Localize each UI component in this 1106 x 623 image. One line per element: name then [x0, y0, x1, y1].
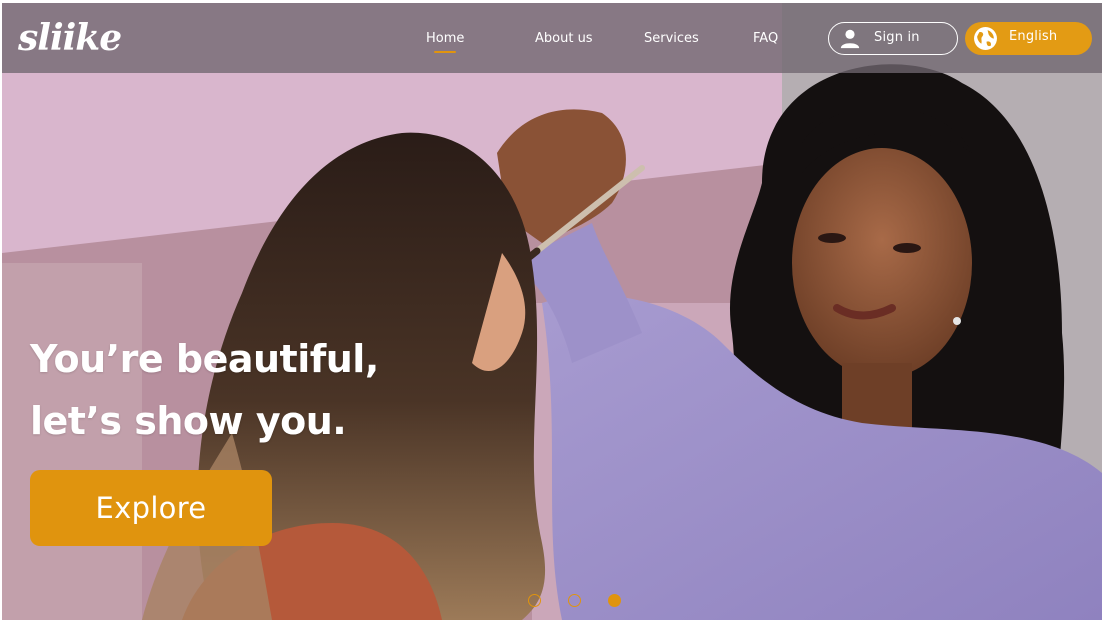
hero-headline-line-2: let’s show you. — [30, 399, 347, 443]
hero-headline: You’re beautiful, let’s show you. — [30, 328, 450, 452]
carousel-dot-3-active[interactable] — [608, 594, 621, 607]
nav-link-faq[interactable]: FAQ — [753, 31, 778, 46]
nav-link-home[interactable]: Home — [426, 31, 464, 53]
user-icon — [840, 29, 860, 49]
language-label: English — [1009, 29, 1058, 44]
carousel-dot-1[interactable] — [528, 594, 541, 607]
nav-link-services[interactable]: Services — [644, 31, 699, 46]
language-selector-button[interactable]: English — [965, 22, 1092, 55]
explore-button[interactable]: Explore — [30, 470, 272, 546]
carousel-dot-2[interactable] — [568, 594, 581, 607]
sign-in-label: Sign in — [874, 30, 920, 45]
top-navigation-bar: sliike Home About us Services FAQ Sign i… — [2, 3, 1102, 73]
globe-icon — [974, 27, 997, 50]
brand-logo[interactable]: sliike — [18, 13, 122, 63]
sign-in-button[interactable]: Sign in — [828, 22, 958, 55]
nav-link-about-us[interactable]: About us — [535, 31, 593, 46]
hero-headline-line-1: You’re beautiful, — [30, 337, 379, 381]
page-frame: sliike Home About us Services FAQ Sign i… — [2, 3, 1102, 620]
